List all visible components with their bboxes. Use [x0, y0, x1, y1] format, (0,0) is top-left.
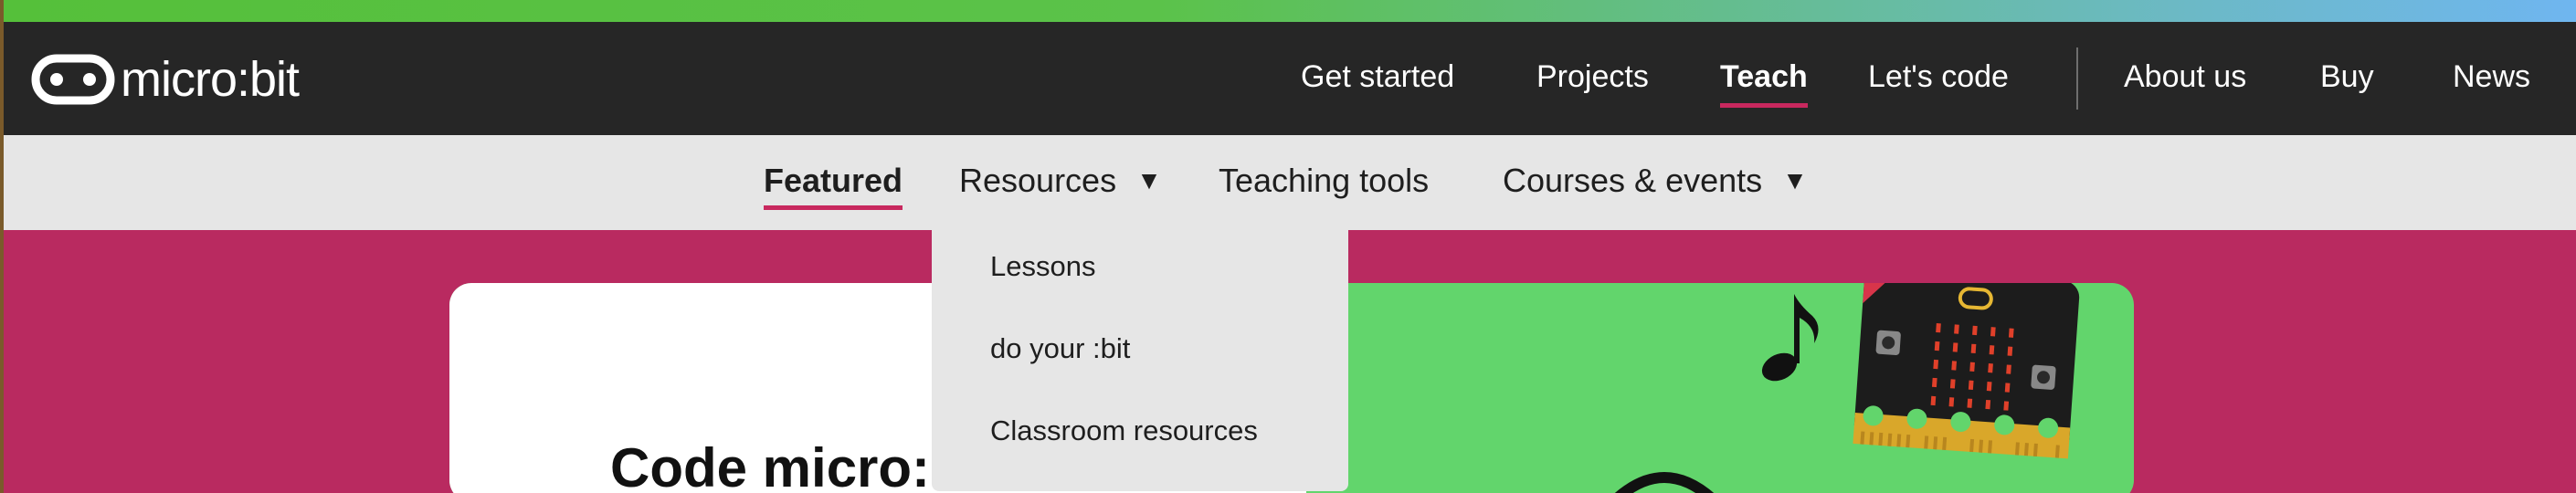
subnav-resources[interactable]: Resources ▼ [959, 161, 1162, 201]
window-edge [0, 0, 4, 493]
music-note-icon [1761, 294, 1819, 382]
teach-sub-navigation: Featured Resources ▼ Teaching tools Cour… [0, 135, 2576, 230]
subnav-courses-events[interactable]: Courses & events ▼ [1503, 161, 1808, 201]
microbit-logo[interactable]: micro:bit [31, 52, 300, 107]
hero-title: Code micro: [610, 437, 931, 493]
subnav-teaching-tools-label: Teaching tools [1219, 162, 1430, 199]
nav-lets-code[interactable]: Let's code [1868, 57, 2009, 97]
subnav-featured-label: Featured [764, 162, 903, 199]
nav-projects[interactable]: Projects [1536, 57, 1649, 97]
caret-down-icon: ▼ [1136, 166, 1162, 194]
nav-buy[interactable]: Buy [2320, 57, 2374, 97]
curve-decoration [1614, 472, 1715, 493]
caret-down-icon: ▼ [1782, 166, 1808, 194]
microbit-logo-icon [31, 54, 115, 105]
main-navigation: micro:bit Get started Projects Teach Let… [0, 22, 2576, 135]
subnav-courses-events-label: Courses & events [1503, 162, 1763, 199]
subnav-featured[interactable]: Featured [764, 161, 903, 210]
subnav-teaching-tools[interactable]: Teaching tools [1219, 161, 1429, 201]
logo-text: micro:bit [121, 52, 300, 107]
microbit-board-illustration [1853, 283, 2080, 459]
nav-get-started[interactable]: Get started [1301, 57, 1454, 97]
dropdown-item-lessons[interactable]: Lessons [990, 248, 1095, 285]
dropdown-item-do-your-bit[interactable]: do your :bit [990, 330, 1130, 367]
resources-dropdown-menu: Lessons do your :bit Classroom resources [932, 230, 1348, 491]
subnav-resources-label: Resources [959, 162, 1117, 199]
top-gradient-bar [0, 0, 2576, 22]
nav-about-us[interactable]: About us [2124, 57, 2246, 97]
nav-news[interactable]: News [2453, 57, 2530, 97]
nav-teach[interactable]: Teach [1720, 57, 1808, 108]
dropdown-item-classroom-resources[interactable]: Classroom resources [990, 413, 1258, 449]
nav-divider [2076, 47, 2078, 110]
